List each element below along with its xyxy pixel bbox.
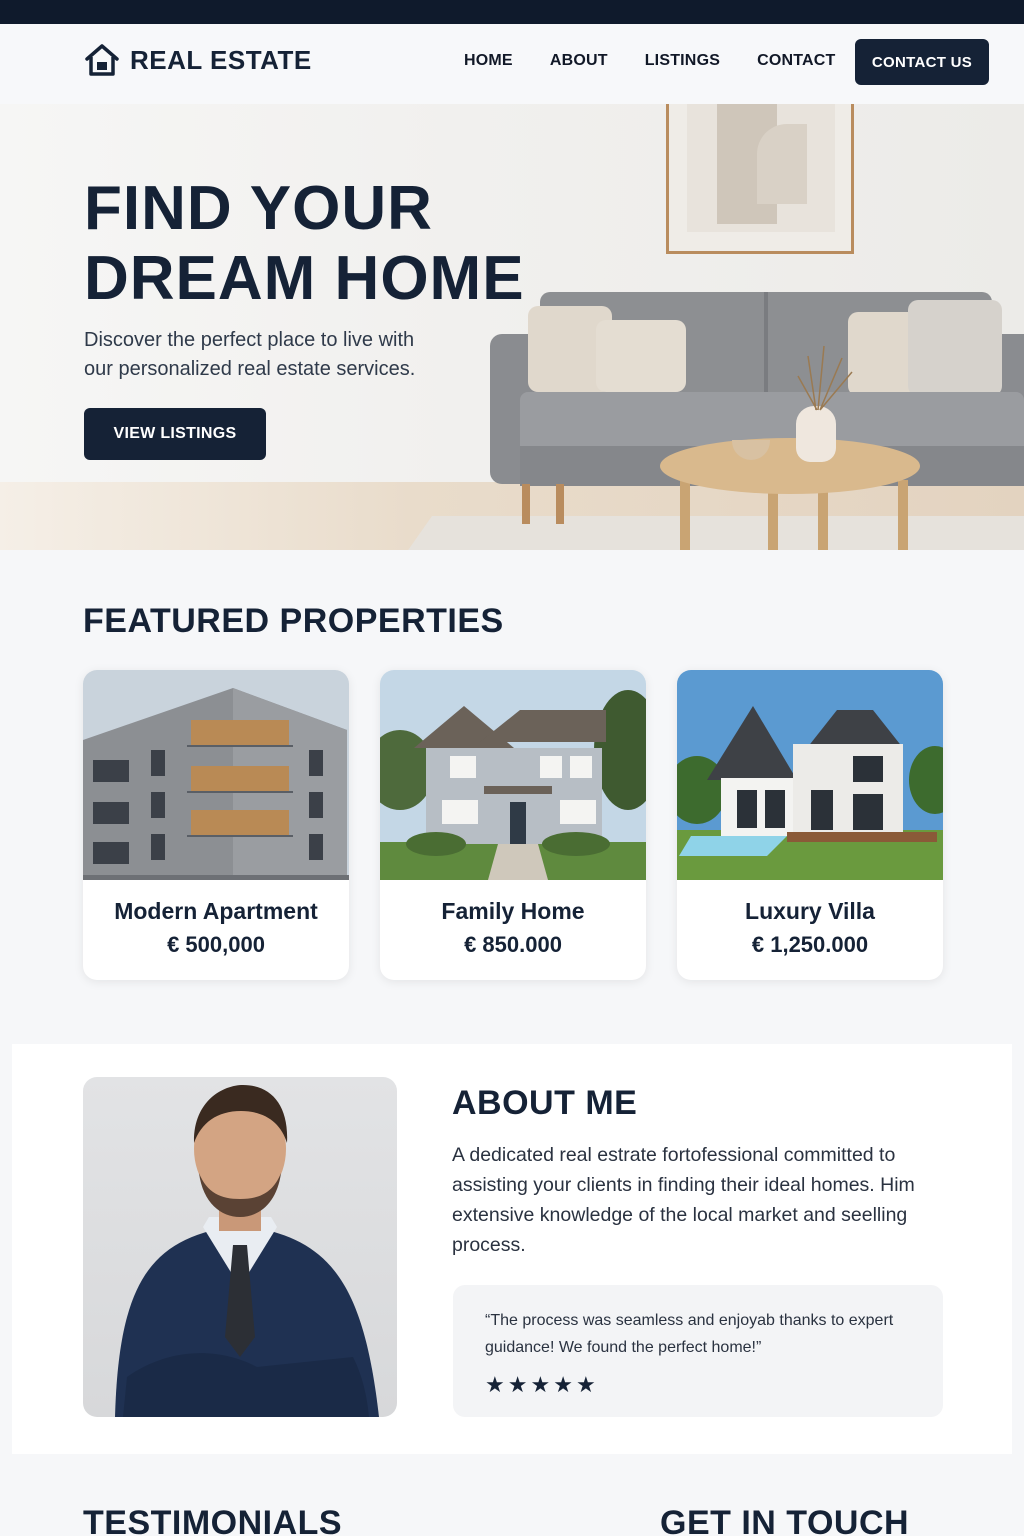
property-image xyxy=(380,670,646,880)
view-listings-button[interactable]: VIEW LISTINGS xyxy=(84,408,266,460)
brand-logo[interactable]: REAL ESTATE xyxy=(84,42,312,78)
property-price: € 1,250.000 xyxy=(751,932,869,957)
about-title: ABOUT ME xyxy=(452,1084,638,1122)
quote-text: “The process was seamless and enjoyab th… xyxy=(485,1312,894,1356)
house-icon xyxy=(85,44,119,76)
wall-art xyxy=(666,104,854,254)
star-icon: ★ xyxy=(575,1372,596,1397)
star-icon: ★ xyxy=(553,1372,573,1397)
main-nav: HOME ABOUT LISTINGS CONTACT xyxy=(464,52,873,70)
star-icon: ★ xyxy=(507,1372,528,1397)
agent-portrait xyxy=(83,1077,397,1417)
nav-contact[interactable]: CONTACT xyxy=(757,52,835,70)
star-icon: ★ xyxy=(530,1372,551,1397)
property-image xyxy=(677,670,943,880)
featured-title: FEATURED PROPERTIES xyxy=(83,602,504,640)
property-image xyxy=(83,670,349,880)
property-name: Family Home xyxy=(441,898,585,924)
property-name: Modern Apartment xyxy=(114,898,318,924)
nav-about[interactable]: ABOUT xyxy=(550,52,608,70)
star-icon: ★ xyxy=(485,1372,505,1397)
property-name: Luxury Villa xyxy=(745,898,875,924)
testimonial-quote: “The process was seamless and enjoyab th… xyxy=(453,1285,943,1417)
about-text: A dedicated real estrate fortofessional … xyxy=(452,1144,915,1256)
hero-title: FIND YOUR DREAM HOME xyxy=(84,174,525,313)
top-strip xyxy=(0,0,1024,24)
contact-us-button[interactable]: CONTACT US xyxy=(855,39,989,85)
property-card[interactable]: Luxury Villa € 1,250.000 xyxy=(677,670,943,980)
star-rating: ★ ★ ★ ★ ★ xyxy=(485,1373,599,1397)
property-card[interactable]: Family Home € 850.000 xyxy=(380,670,646,980)
property-price: € 500,000 xyxy=(167,932,265,957)
hero-subtitle: Discover the perfect place to live with … xyxy=(84,329,416,380)
brand-name: REAL ESTATE xyxy=(130,44,312,75)
nav-listings[interactable]: LISTINGS xyxy=(645,52,720,70)
nav-home[interactable]: HOME xyxy=(464,52,513,70)
get-in-touch-title: GET IN TOUCH xyxy=(660,1504,910,1536)
site-header: REAL ESTATE HOME ABOUT LISTINGS CONTACT … xyxy=(0,24,1024,104)
property-price: € 850.000 xyxy=(464,932,562,957)
hero-section: FIND YOUR DREAM HOME Discover the perfect… xyxy=(0,104,1024,550)
property-card[interactable]: Modern Apartment € 500,000 xyxy=(83,670,349,980)
testimonials-title: TESTIMONIALS xyxy=(83,1504,343,1536)
